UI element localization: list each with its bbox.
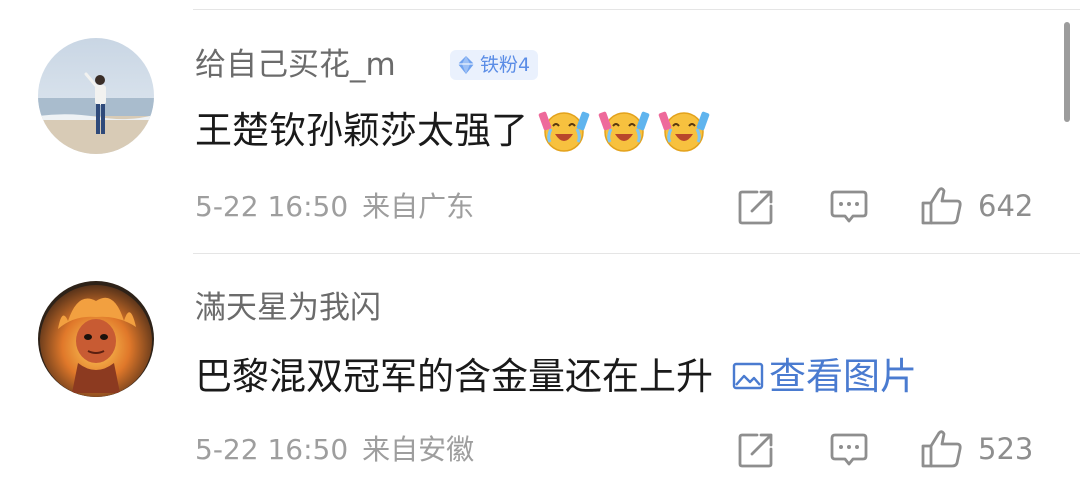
fan-badge-label: 铁粉4 [480,53,531,76]
comment-username[interactable]: 滿天星为我闪 [195,293,381,324]
share-button[interactable] [737,431,775,469]
fan-level-badge[interactable]: 铁粉4 [450,50,539,80]
avatar[interactable] [38,38,154,154]
crying-laughing-cheer-emoji-icon [658,104,710,156]
avatar[interactable] [38,281,154,397]
like-count: 642 [978,188,1034,223]
like-button[interactable]: 523 [920,429,1033,469]
share-button[interactable] [737,188,775,226]
like-button[interactable]: 642 [920,186,1033,226]
top-divider [193,9,1080,10]
view-image-label: 查看图片 [769,354,917,398]
comment-date: 5-22 16:50 [195,433,349,466]
scrollbar[interactable] [1064,22,1070,122]
comment-username[interactable]: 给自己买花_m [195,50,396,81]
like-count: 523 [978,431,1034,466]
share-icon [738,433,773,468]
comment-icon [830,433,868,466]
comment-location: 来自广东 [362,190,475,223]
view-image-link[interactable]: 查看图片 [731,358,917,395]
share-icon [738,190,773,225]
crying-laughing-cheer-emoji-icon [598,104,650,156]
comment-meta: 5-22 16:50 来自安徽 [195,436,474,464]
comment-text: 王楚钦孙颖莎太强了 [195,108,528,152]
comment-button[interactable] [830,190,868,224]
diamond-icon [458,56,474,74]
comment-button[interactable] [830,433,868,467]
comment-date: 5-22 16:50 [195,190,349,223]
comment-text: 巴黎混双冠军的含金量还在上升 [195,354,713,398]
comment-text-row: 巴黎混双冠军的含金量还在上升 查看图片 [195,350,917,402]
comment-meta: 5-22 16:50 来自广东 [195,193,474,221]
thumbs-up-icon [921,430,962,468]
thumbs-up-icon [921,187,962,225]
comment-icon [830,190,868,223]
avatar-flame-character-image [38,281,154,397]
comment-text-row: 王楚钦孙颖莎太强了 [195,104,710,156]
avatar-beach-image [38,38,154,154]
image-icon [732,362,764,390]
comment-location: 来自安徽 [362,433,475,466]
crying-laughing-cheer-emoji-icon [538,104,590,156]
comment-divider [193,253,1080,254]
